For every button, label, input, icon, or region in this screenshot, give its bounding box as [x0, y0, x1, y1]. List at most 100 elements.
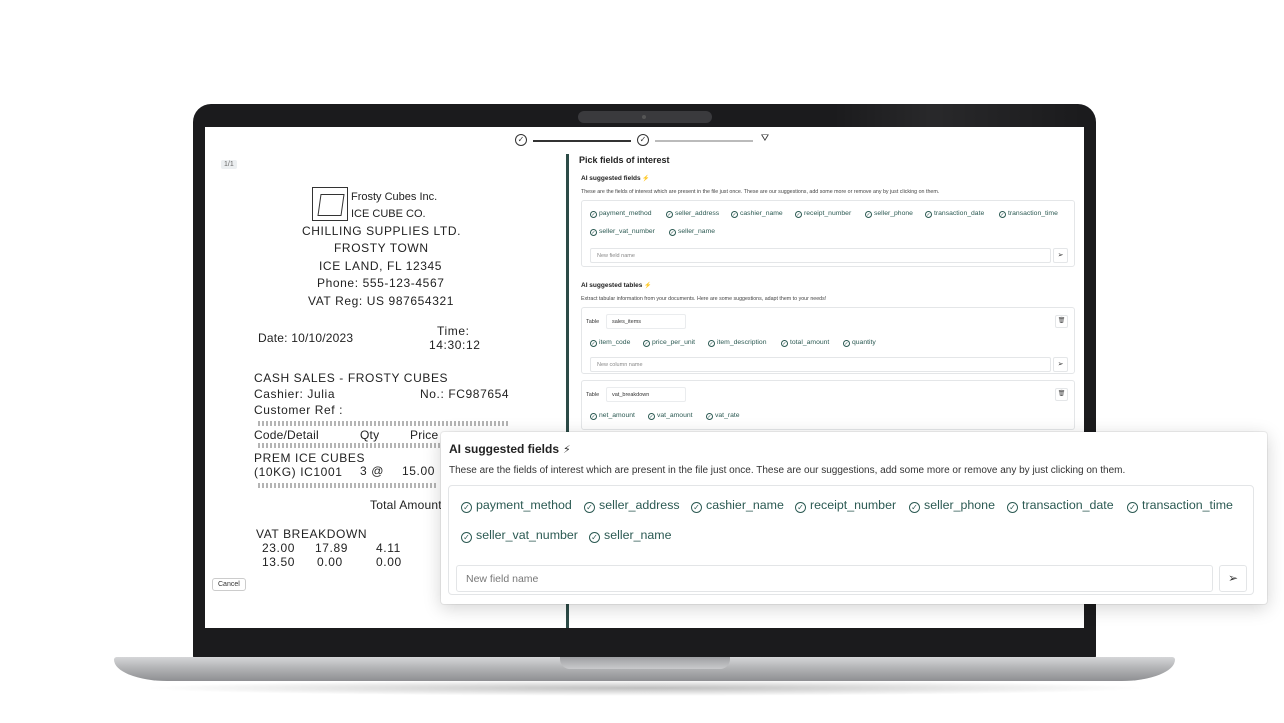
field-chip[interactable]: ✓ transaction_date [925, 210, 984, 218]
field-chip[interactable]: ✓ seller_name [669, 228, 715, 236]
field-chip-label: payment_method [476, 498, 572, 512]
wand-icon: ⚡ [642, 176, 650, 182]
receipt-customer-ref: Customer Ref : [254, 403, 344, 417]
receipt-vat-breakdown: VAT BREAKDOWN [256, 527, 368, 541]
column-chip-label: quantity [852, 339, 876, 346]
field-chip[interactable]: ✓ payment_method [590, 210, 652, 218]
receipt-col-code: Code/Detail [254, 428, 319, 442]
check-icon: ✓ [1007, 502, 1018, 513]
progress-stepper: ✓ ✓ ⛛ [515, 134, 775, 148]
column-chip[interactable]: ✓ item_description [708, 339, 767, 347]
check-icon: ✓ [1127, 502, 1138, 513]
field-chip-label: receipt_number [810, 498, 897, 512]
fields-heading-text: AI suggested fields [581, 175, 641, 182]
check-icon: ✓ [643, 340, 650, 347]
fields-heading: AI suggested fields ⚡ [581, 175, 650, 182]
field-chip-label: seller_phone [924, 498, 995, 512]
step-3-funnel-icon[interactable]: ⛛ [759, 134, 771, 146]
new-column-input[interactable]: New column name [590, 357, 1051, 372]
step-1-check-icon[interactable]: ✓ [515, 134, 527, 146]
receipt-number: No.: FC987654 [420, 387, 510, 401]
receipt-sale-title: CASH SALES - FROSTY CUBES [254, 371, 449, 385]
field-chip[interactable]: ✓ seller_vat_number [461, 528, 578, 543]
field-chip-label: seller_name [604, 528, 672, 542]
camera-dot [642, 115, 646, 119]
column-chip[interactable]: ✓ net_amount [590, 412, 635, 420]
column-chip[interactable]: ✓ item_code [590, 339, 630, 347]
receipt-time-value: 14:30:12 [429, 338, 481, 352]
field-chip-label: cashier_name [706, 498, 784, 512]
table-name-input[interactable]: sales_items [606, 314, 686, 329]
receipt-item-price: 15.00 [402, 464, 436, 478]
trash-icon[interactable]: 🗑 [1055, 315, 1068, 328]
receipt-cashier: Cashier: Julia [254, 387, 336, 401]
new-field-input[interactable]: New field name [456, 565, 1213, 592]
panel-title: Pick fields of interest [579, 155, 670, 165]
column-chip[interactable]: ✓ total_amount [781, 339, 829, 347]
table-label: Table [586, 319, 600, 325]
check-icon: ✓ [731, 211, 738, 218]
field-chip-label: seller_vat_number [599, 228, 655, 235]
receipt-vat-cell: 4.11 [376, 541, 401, 555]
check-icon: ✓ [708, 340, 715, 347]
trash-icon[interactable]: 🗑 [1055, 388, 1068, 401]
fields-description: These are the fields of interest which a… [581, 189, 940, 195]
field-chip-label: seller_phone [874, 210, 913, 217]
field-chip[interactable]: ✓ transaction_time [999, 210, 1058, 218]
receipt-company-2: ICE CUBE CO. [351, 208, 426, 220]
send-icon[interactable]: ➢ [1219, 565, 1247, 592]
receipt-company-1: Frosty Cubes Inc. [351, 191, 438, 203]
receipt-col-price: Price [410, 428, 439, 442]
receipt-vat-cell: 13.50 [262, 555, 296, 569]
laptop-shadow [140, 680, 1150, 696]
cancel-button[interactable]: Cancel [212, 578, 246, 591]
field-chip[interactable]: ✓ seller_phone [865, 210, 913, 218]
send-icon[interactable]: ➢ [1053, 248, 1068, 263]
laptop-base-lip [560, 657, 730, 669]
check-icon: ✓ [461, 502, 472, 513]
field-chip[interactable]: ✓ cashier_name [731, 210, 783, 218]
check-icon: ✓ [795, 211, 802, 218]
field-chip[interactable]: ✓ receipt_number [795, 498, 896, 513]
step-2-check-icon[interactable]: ✓ [637, 134, 649, 146]
receipt-vat-cell: 0.00 [376, 555, 402, 569]
column-chip[interactable]: ✓ vat_amount [648, 412, 693, 420]
field-chip[interactable]: ✓ transaction_date [1007, 498, 1114, 513]
receipt-town: FROSTY TOWN [334, 241, 429, 255]
table-label: Table [586, 392, 600, 398]
check-icon: ✓ [843, 340, 850, 347]
step-connector-2 [655, 140, 753, 142]
field-chip[interactable]: ✓ seller_phone [909, 498, 995, 513]
receipt-vat-cell: 0.00 [317, 555, 343, 569]
receipt-divider [258, 421, 508, 426]
new-field-input[interactable]: New field name [590, 248, 1051, 263]
field-chip[interactable]: ✓ seller_address [666, 210, 719, 218]
column-chip[interactable]: ✓ price_per_unit [643, 339, 695, 347]
field-chip[interactable]: ✓ transaction_time [1127, 498, 1233, 513]
receipt-item-code: (10KG) IC1001 [254, 465, 343, 479]
field-chip[interactable]: ✓ payment_method [461, 498, 572, 513]
field-chip[interactable]: ✓ seller_name [589, 528, 672, 543]
table-card: Table vat_breakdown 🗑 ✓ net_amount ✓ vat_a… [581, 380, 1075, 430]
field-chip-label: seller_address [599, 498, 680, 512]
tables-description: Extract tabular information from your do… [581, 296, 827, 302]
wand-icon: ⚡ [644, 283, 652, 289]
fields-box: ✓ payment_method ✓ seller_address ✓ cashier… [581, 200, 1075, 267]
column-chip-label: total_amount [790, 339, 830, 346]
column-chip[interactable]: ✓ quantity [843, 339, 876, 347]
field-chip[interactable]: ✓ seller_vat_number [590, 228, 655, 236]
field-chip-label: transaction_time [1008, 210, 1058, 217]
check-icon: ✓ [781, 340, 788, 347]
check-icon: ✓ [590, 211, 597, 218]
table-name-input[interactable]: vat_breakdown [606, 387, 686, 402]
receipt-col-qty: Qty [360, 428, 380, 442]
column-chip-label: item_description [717, 339, 767, 346]
page-badge: 1/1 [221, 160, 237, 169]
field-chip[interactable]: ✓ cashier_name [691, 498, 784, 513]
field-chip[interactable]: ✓ receipt_number [795, 210, 851, 218]
field-chip[interactable]: ✓ seller_address [584, 498, 680, 513]
field-chip-label: receipt_number [804, 210, 852, 217]
column-chip[interactable]: ✓ vat_rate [706, 412, 740, 420]
field-chip-label: transaction_time [1142, 498, 1233, 512]
send-icon[interactable]: ➢ [1053, 357, 1068, 372]
